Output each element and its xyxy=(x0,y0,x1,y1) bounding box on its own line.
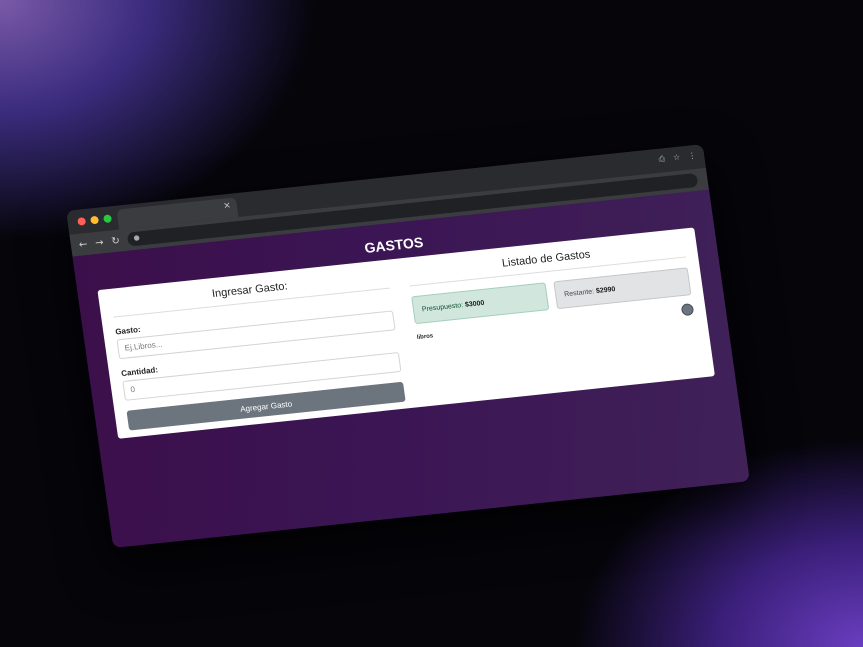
presupuesto-label: Presupuesto: xyxy=(421,301,464,313)
gasto-item-name: libros xyxy=(416,333,434,341)
share-icon[interactable]: ⎙ xyxy=(658,154,666,165)
menu-icon[interactable]: ⋮ xyxy=(687,151,696,162)
expense-form: Ingresar Gasto: Gasto: Ej.Libros... Cant… xyxy=(110,269,416,431)
restante-box: Restante: $2990 xyxy=(553,267,692,310)
nav-buttons: ← → ↻ xyxy=(78,235,120,250)
reload-icon[interactable]: ↻ xyxy=(111,235,121,247)
forward-icon[interactable]: → xyxy=(94,237,104,249)
tab-close-icon[interactable]: × xyxy=(223,201,232,212)
close-window-icon[interactable] xyxy=(77,217,87,226)
restante-value: $2990 xyxy=(595,285,616,295)
lock-icon: ● xyxy=(133,233,141,243)
presupuesto-box: Presupuesto: $3000 xyxy=(411,282,550,325)
browser-window: × ⎙ ☆ ⋮ ← → ↻ ● GASTOS Ingresar Gasto: G… xyxy=(66,144,750,548)
minimize-window-icon[interactable] xyxy=(90,215,100,225)
bookmark-icon[interactable]: ☆ xyxy=(672,153,681,164)
restante-label: Restante: xyxy=(563,287,595,298)
window-controls xyxy=(77,214,113,226)
maximize-window-icon[interactable] xyxy=(102,214,113,224)
back-icon[interactable]: ← xyxy=(78,239,88,251)
expense-list: Listado de Gastos Presupuesto: $3000 Res… xyxy=(397,238,702,398)
delete-item-icon[interactable] xyxy=(680,303,695,317)
presupuesto-value: $3000 xyxy=(464,299,485,309)
titlebar-icons: ⎙ ☆ ⋮ xyxy=(658,151,697,165)
